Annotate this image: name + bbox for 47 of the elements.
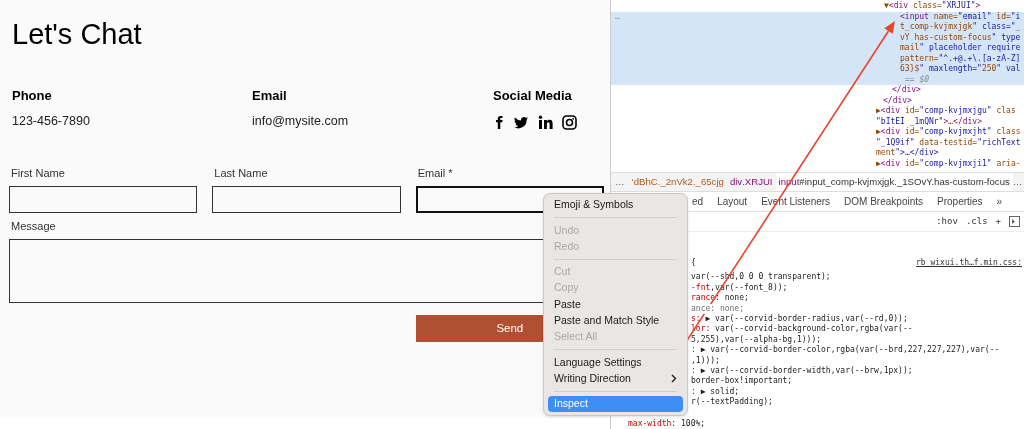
- menu-item[interactable]: Emoji & Symbols: [548, 197, 683, 214]
- menu-item[interactable]: Paste: [548, 296, 683, 313]
- panel-tab[interactable]: »: [996, 193, 1003, 209]
- panel-tab[interactable]: ed: [692, 193, 704, 209]
- dom-node-line[interactable]: ▶<div id="comp-kvjmxjgu" clas: [611, 106, 1016, 117]
- instagram-icon[interactable]: [562, 114, 577, 130]
- dom-node-line[interactable]: </div>: [611, 85, 921, 96]
- info-heading: Social Media: [493, 88, 572, 104]
- css-declaration[interactable]: max-width: 100%;: [611, 418, 706, 429]
- toolbar-button[interactable]: +: [995, 214, 1001, 229]
- menu-item[interactable]: Language Settings: [548, 354, 683, 371]
- more-icon[interactable]: …: [1012, 174, 1024, 190]
- more-icon[interactable]: …: [611, 174, 629, 190]
- info-heading: Phone: [12, 88, 52, 104]
- page-title: Let's Chat: [11, 17, 142, 52]
- dom-node-line[interactable]: ▶<div id="comp-kvjmxjht" class: [611, 127, 1021, 138]
- dom-node-line[interactable]: "bItEI _1mQNr">…</div>: [611, 116, 982, 127]
- toolbar-button[interactable]: .cls: [965, 214, 988, 229]
- panel-tab[interactable]: DOM Breakpoints: [844, 193, 923, 209]
- dom-node-line[interactable]: </div>: [611, 95, 912, 106]
- breadcrumb-item[interactable]: div.XRJUI: [726, 172, 776, 191]
- dom-node-line[interactable]: ment">…</div>: [611, 148, 939, 159]
- field-label: Last Name: [214, 167, 268, 180]
- toolbar-button[interactable]: :hov: [936, 214, 958, 229]
- source-link[interactable]: rb_wixui.th…f.min.css:: [916, 257, 1022, 269]
- dom-node-line[interactable]: ▼<div class="XRJUI">: [611, 1, 981, 12]
- dom-node-line[interactable]: "_1Q9if" data-testid="richText: [611, 137, 1021, 148]
- panel-tab[interactable]: Layout: [717, 193, 748, 209]
- linkedin-icon[interactable]: [538, 114, 553, 130]
- dom-node-line[interactable]: ▶<div id="comp-kvjmxji1" aria-: [611, 158, 1021, 169]
- sidebar-toggle-icon[interactable]: [1009, 215, 1020, 227]
- chevron-icon: [671, 374, 677, 384]
- dom-node-line[interactable]: <input name="email" id="i: [631, 11, 1021, 22]
- css-rule-line: {: [691, 257, 696, 269]
- menu-item[interactable]: Writing Direction: [548, 370, 683, 387]
- info-value: 123-456-7890: [12, 113, 90, 129]
- field-label: Message: [11, 220, 56, 233]
- input-field[interactable]: [9, 186, 198, 213]
- panel-tab[interactable]: Properties: [937, 193, 983, 209]
- twitter-icon[interactable]: [513, 115, 529, 129]
- facebook-icon[interactable]: [493, 114, 504, 130]
- info-value: info@mysite.com: [252, 113, 349, 129]
- info-heading: Email: [252, 88, 287, 104]
- field-label: First Name: [11, 167, 65, 180]
- input-field[interactable]: [212, 186, 401, 213]
- field-label: Email *: [417, 167, 453, 180]
- breadcrumb-item[interactable]: ‘dBhC._2nVk2._65cjg: [628, 172, 727, 191]
